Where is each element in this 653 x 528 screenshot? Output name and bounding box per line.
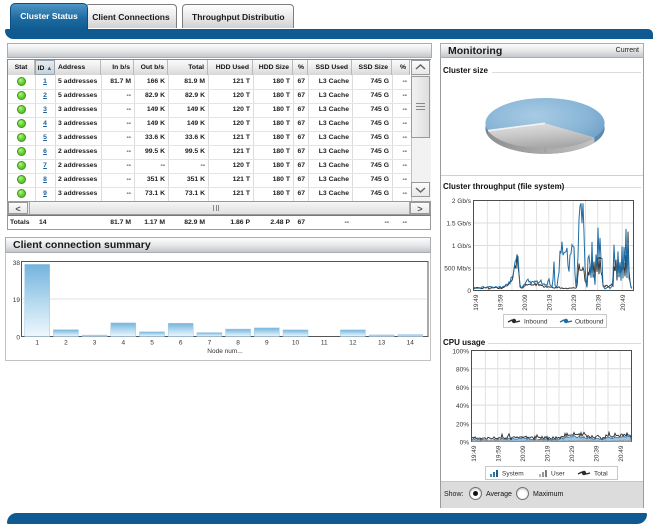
svg-text:20:39: 20:39 bbox=[594, 445, 601, 462]
svg-text:0%: 0% bbox=[460, 440, 470, 447]
svg-text:3: 3 bbox=[93, 340, 97, 347]
svg-text:System: System bbox=[502, 471, 524, 478]
svg-text:20:09: 20:09 bbox=[522, 294, 529, 311]
svg-text:80%: 80% bbox=[456, 367, 469, 374]
svg-text:User: User bbox=[551, 471, 566, 478]
svg-text:19: 19 bbox=[13, 297, 21, 304]
svg-text:20:19: 20:19 bbox=[547, 294, 554, 311]
svg-text:Total: Total bbox=[594, 471, 608, 478]
svg-text:8: 8 bbox=[236, 340, 240, 347]
svg-text:60%: 60% bbox=[456, 385, 469, 392]
svg-text:4: 4 bbox=[121, 340, 125, 347]
svg-text:13: 13 bbox=[378, 340, 386, 347]
svg-text:20:29: 20:29 bbox=[569, 445, 576, 462]
svg-text:20:39: 20:39 bbox=[596, 294, 603, 311]
svg-text:0: 0 bbox=[467, 288, 471, 295]
svg-text:40%: 40% bbox=[456, 403, 469, 410]
svg-text:19:49: 19:49 bbox=[473, 294, 480, 311]
svg-text:20:49: 20:49 bbox=[618, 445, 625, 462]
svg-text:100%: 100% bbox=[452, 349, 469, 356]
svg-text:14: 14 bbox=[407, 340, 415, 347]
svg-text:2 Gb/s: 2 Gb/s bbox=[452, 198, 472, 205]
svg-text:Inbound: Inbound bbox=[524, 319, 548, 326]
svg-text:20:49: 20:49 bbox=[620, 294, 627, 311]
svg-text:38: 38 bbox=[13, 260, 21, 267]
svg-text:10: 10 bbox=[292, 340, 300, 347]
svg-text:7: 7 bbox=[208, 340, 212, 347]
svg-text:19:59: 19:59 bbox=[498, 294, 505, 311]
svg-text:19:49: 19:49 bbox=[471, 445, 478, 462]
svg-text:1.5 Gb/s: 1.5 Gb/s bbox=[446, 221, 471, 228]
svg-text:Outbound: Outbound bbox=[575, 319, 604, 326]
svg-text:1 Gb/s: 1 Gb/s bbox=[452, 243, 472, 250]
svg-text:500 Mb/s: 500 Mb/s bbox=[444, 266, 471, 273]
svg-text:9: 9 bbox=[265, 340, 269, 347]
svg-text:11: 11 bbox=[321, 340, 328, 347]
svg-text:12: 12 bbox=[349, 340, 357, 347]
svg-text:2: 2 bbox=[64, 340, 68, 347]
svg-text:6: 6 bbox=[179, 340, 183, 347]
svg-text:5: 5 bbox=[150, 340, 154, 347]
svg-text:20%: 20% bbox=[456, 421, 469, 428]
svg-text:0: 0 bbox=[16, 335, 20, 342]
svg-text:1: 1 bbox=[35, 340, 39, 347]
svg-text:20:29: 20:29 bbox=[571, 294, 578, 311]
svg-text:Node num...: Node num... bbox=[207, 348, 243, 355]
svg-text:20:09: 20:09 bbox=[520, 445, 527, 462]
svg-text:20:19: 20:19 bbox=[545, 445, 552, 462]
svg-text:19:59: 19:59 bbox=[496, 445, 503, 462]
